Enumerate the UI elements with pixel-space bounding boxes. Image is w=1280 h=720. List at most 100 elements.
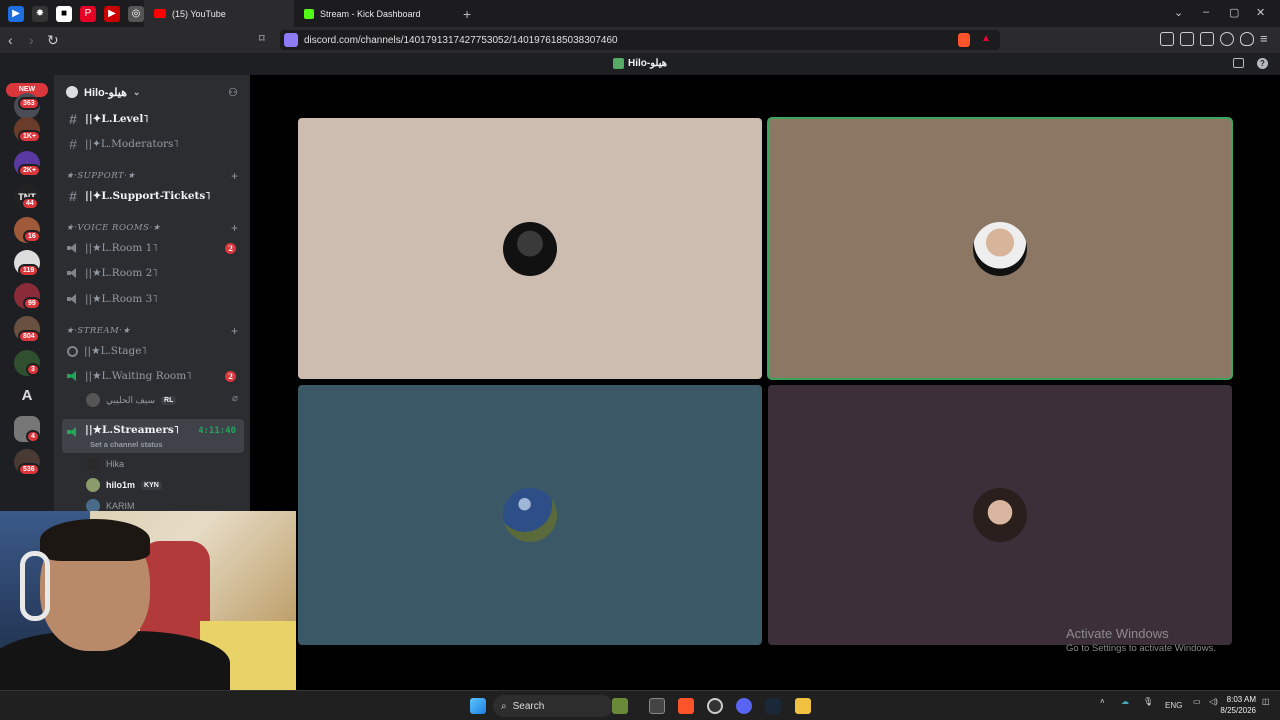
- youtube-pinned-icon[interactable]: ▶: [104, 5, 120, 22]
- brave-rewards-icon[interactable]: ▲: [981, 33, 991, 44]
- hash-icon: #: [69, 111, 77, 127]
- create-channel-icon[interactable]: +: [231, 221, 238, 235]
- discord-app-icon[interactable]: [736, 698, 752, 714]
- channel-support-tickets[interactable]: # ||✦L.Support-Tickets˥: [62, 185, 244, 207]
- server-icon[interactable]: A: [14, 383, 40, 409]
- voice-user[interactable]: hilo1m KYN: [86, 475, 162, 495]
- app-icon[interactable]: [707, 698, 723, 714]
- stage-icon: [67, 345, 78, 357]
- bookmark-icon[interactable]: ⌑: [259, 32, 265, 45]
- participant-tile-speaking[interactable]: [767, 117, 1233, 380]
- wallet-icon[interactable]: [1200, 32, 1214, 46]
- brave-browser-icon[interactable]: [678, 698, 694, 714]
- network-icon[interactable]: ▭: [1193, 697, 1201, 706]
- volume-icon[interactable]: ◁): [1209, 697, 1218, 706]
- activate-windows-watermark: Activate Windows Go to Settings to activ…: [1066, 626, 1216, 654]
- maximize-button[interactable]: ▢: [1229, 6, 1239, 19]
- steam-icon[interactable]: [765, 698, 781, 714]
- widget-icon[interactable]: [612, 698, 628, 714]
- webcam-overlay: [0, 511, 296, 690]
- participant-tile[interactable]: [298, 118, 762, 379]
- participant-tile[interactable]: [298, 385, 762, 645]
- channel-label: ||★L.Room 1˥: [85, 242, 158, 254]
- channel-label: ||★L.Room 2˥: [85, 267, 158, 279]
- url-field[interactable]: discord.com/channels/1401791317427753052…: [280, 30, 1000, 50]
- voice-user[interactable]: سيف الحليبي RL: [86, 390, 177, 410]
- channel-room-3[interactable]: ||★L.Room 3˥: [62, 288, 244, 310]
- back-button[interactable]: ‹: [8, 32, 13, 48]
- headset: [20, 551, 50, 621]
- voice-user-name: سيف الحليبي: [106, 394, 156, 405]
- participant-tile[interactable]: [768, 385, 1232, 645]
- channel-level[interactable]: # ||✦L.Level˥: [62, 108, 244, 130]
- mention-badge: 16: [23, 230, 41, 243]
- add-member-icon[interactable]: ⚇: [228, 86, 240, 99]
- tab-kick[interactable]: Stream - Kick Dashboard: [294, 0, 459, 27]
- task-view-icon[interactable]: [649, 698, 665, 714]
- cloud-icon[interactable]: ☁: [1121, 697, 1129, 706]
- avatar: [973, 488, 1027, 542]
- brave-shields-icon[interactable]: [958, 33, 970, 47]
- help-icon[interactable]: ?: [1257, 58, 1268, 69]
- voice-user-name: KARIM: [106, 501, 135, 511]
- voice-stage-grid: [250, 75, 1280, 690]
- sidebar-icon[interactable]: [1180, 32, 1194, 46]
- channel-waiting-room[interactable]: ||★L.Waiting Room˥ 2: [62, 365, 244, 387]
- create-channel-icon[interactable]: +: [231, 324, 238, 338]
- new-tab-button[interactable]: +: [463, 6, 471, 22]
- taskbar-search[interactable]: ⌕ Search: [493, 695, 613, 717]
- speaker-icon: [67, 268, 79, 278]
- speaker-icon: [67, 371, 79, 381]
- taskbar-clock[interactable]: 8:03 AM 8/25/2026: [1220, 694, 1256, 716]
- reload-button[interactable]: ↻: [47, 32, 59, 49]
- channel-moderators[interactable]: # ||✦L.Moderators˥: [62, 133, 244, 155]
- channel-label: ||★L.Stage˥: [84, 345, 147, 357]
- watermark-title: Activate Windows: [1066, 626, 1169, 641]
- mention-badge: 4: [26, 430, 40, 443]
- notification-icon[interactable]: ◫: [1262, 697, 1270, 706]
- inbox-icon[interactable]: [1233, 58, 1244, 68]
- site-info-icon[interactable]: [284, 33, 298, 47]
- address-toolbar: ‹ › ↻ ⌑ discord.com/channels/14017913174…: [0, 27, 1280, 53]
- channel-stage[interactable]: ||★L.Stage˥: [62, 340, 244, 362]
- pinned-tab-icon[interactable]: ■: [56, 5, 72, 22]
- guild-header[interactable]: Hilo-هيلو ⌄: [54, 75, 250, 109]
- category-support[interactable]: ★·SUPPORT·★: [66, 171, 135, 181]
- vpn-icon[interactable]: [1240, 32, 1254, 46]
- close-button[interactable]: ✕: [1256, 6, 1265, 19]
- tab-label: Stream - Kick Dashboard: [320, 8, 421, 19]
- channel-status[interactable]: Set a channel status: [90, 440, 163, 449]
- forward-button[interactable]: ›: [29, 32, 34, 48]
- chevron-up-icon[interactable]: ˄: [1100, 697, 1105, 706]
- mention-badge: 3: [26, 363, 40, 376]
- pinned-tab-icon[interactable]: ◎: [128, 5, 144, 22]
- language-indicator[interactable]: ENG: [1165, 701, 1182, 710]
- pinned-tab-icon[interactable]: ▶: [8, 5, 24, 22]
- voice-user[interactable]: Hika: [86, 454, 124, 474]
- speaker-icon: [67, 427, 79, 437]
- microphone-icon[interactable]: 🎙: [1143, 697, 1153, 706]
- create-channel-icon[interactable]: +: [231, 169, 238, 183]
- chevron-down-icon[interactable]: ⌄: [1174, 6, 1183, 19]
- pinterest-icon[interactable]: P: [80, 5, 96, 22]
- leo-ai-icon[interactable]: [1220, 32, 1234, 46]
- category-voice-rooms[interactable]: ★·VOICE ROOMS·★: [66, 223, 161, 233]
- menu-icon[interactable]: ≡: [1260, 31, 1268, 46]
- kick-icon: [304, 8, 314, 19]
- minimize-button[interactable]: –: [1203, 6, 1209, 18]
- windows-start-icon[interactable]: [470, 698, 486, 714]
- file-explorer-icon[interactable]: [795, 698, 811, 714]
- pinned-tab-icon[interactable]: ✸: [32, 5, 48, 22]
- tab-youtube[interactable]: (15) YouTube: [144, 0, 294, 27]
- channel-room-1[interactable]: ||★L.Room 1˥ 2: [62, 237, 244, 259]
- guild-icon: [66, 86, 78, 98]
- category-stream[interactable]: ★·STREAM·★: [66, 326, 131, 336]
- extensions-icon[interactable]: [1160, 32, 1174, 46]
- window-title: Hilo-هيلو: [628, 58, 667, 69]
- channel-room-2[interactable]: ||★L.Room 2˥: [62, 262, 244, 284]
- channel-streamers[interactable]: ||★L.Streamers˥ 4:11:40 Set a channel st…: [62, 419, 244, 453]
- mention-badge: 44: [21, 197, 39, 210]
- clan-tag: KYN: [141, 480, 162, 490]
- mention-badge: 99: [23, 297, 41, 310]
- clock-time: 8:03 AM: [1226, 695, 1256, 704]
